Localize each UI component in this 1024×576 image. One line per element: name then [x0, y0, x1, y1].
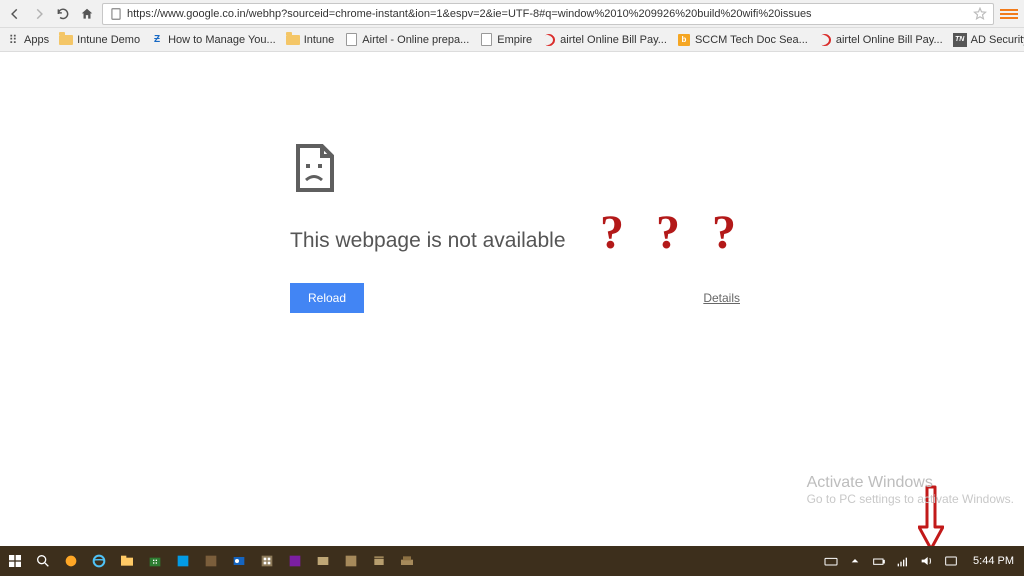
taskbar-app[interactable]: [368, 550, 390, 572]
swoosh-icon: [818, 33, 832, 47]
bookmark-label: Empire: [497, 34, 532, 46]
reload-button[interactable]: Reload: [290, 283, 364, 313]
folder-icon: [286, 33, 300, 47]
bookmark-apps[interactable]: ⠿ Apps: [6, 33, 49, 47]
taskbar-clock[interactable]: 5:44 PM: [967, 555, 1020, 567]
taskbar-app-onenote[interactable]: [284, 550, 306, 572]
annotation-questions: ? ? ?: [600, 205, 746, 260]
reload-nav-button[interactable]: [54, 5, 72, 23]
folder-icon: [59, 33, 73, 47]
taskbar-app-store[interactable]: [144, 550, 166, 572]
tray-volume-icon[interactable]: [919, 550, 935, 572]
bookmark-item[interactable]: Airtel - Online prepa...: [344, 33, 469, 47]
page-icon: [344, 33, 358, 47]
watermark-title: Activate Windows: [807, 474, 1014, 492]
bookmarks-bar: ⠿ Apps Intune Demo Ƶ How to Manage You..…: [0, 28, 1024, 52]
taskbar-app[interactable]: [256, 550, 278, 572]
bookmark-label: How to Manage You...: [168, 34, 276, 46]
taskbar-app[interactable]: [60, 550, 82, 572]
start-button[interactable]: [4, 550, 26, 572]
bookmark-item[interactable]: TN AD Security Group D...: [953, 33, 1024, 47]
swoosh-icon: [542, 33, 556, 47]
home-button[interactable]: [78, 5, 96, 23]
forward-button[interactable]: [30, 5, 48, 23]
taskbar-app-ie[interactable]: [88, 550, 110, 572]
bookmark-star-icon[interactable]: [973, 7, 987, 21]
back-button[interactable]: [6, 5, 24, 23]
search-button[interactable]: [32, 550, 54, 572]
bookmark-label: Intune: [304, 34, 335, 46]
bookmark-item[interactable]: Intune: [286, 33, 335, 47]
sad-file-icon: [290, 140, 1024, 201]
taskbar: 5:44 PM: [0, 546, 1024, 576]
bookmark-label: Airtel - Online prepa...: [362, 34, 469, 46]
tn-icon: TN: [953, 33, 967, 47]
bookmark-label: airtel Online Bill Pay...: [560, 34, 667, 46]
watermark-sub: Go to PC settings to activate Windows.: [807, 492, 1014, 506]
browser-nav-bar: https://www.google.co.in/webhp?sourceid=…: [0, 0, 1024, 28]
taskbar-app[interactable]: [340, 550, 362, 572]
zap-icon: Ƶ: [150, 33, 164, 47]
bookmark-label: Intune Demo: [77, 34, 140, 46]
bookmark-label: AD Security Group D...: [971, 34, 1024, 46]
bing-icon: b: [677, 33, 691, 47]
bookmark-label: Apps: [24, 34, 49, 46]
chrome-menu-button[interactable]: [1000, 5, 1018, 23]
taskbar-app-explorer[interactable]: [116, 550, 138, 572]
bookmark-item[interactable]: b SCCM Tech Doc Sea...: [677, 33, 808, 47]
tray-network-icon[interactable]: [895, 550, 911, 572]
bookmark-item[interactable]: Ƶ How to Manage You...: [150, 33, 276, 47]
bookmark-label: airtel Online Bill Pay...: [836, 34, 943, 46]
details-link[interactable]: Details: [703, 291, 740, 305]
bookmark-item[interactable]: Intune Demo: [59, 33, 140, 47]
bookmark-label: SCCM Tech Doc Sea...: [695, 34, 808, 46]
taskbar-app[interactable]: [396, 550, 418, 572]
url-text: https://www.google.co.in/webhp?sourceid=…: [127, 8, 973, 20]
tray-notifications-icon[interactable]: [943, 550, 959, 572]
page-icon: [109, 7, 123, 21]
taskbar-app[interactable]: [200, 550, 222, 572]
tray-up-icon[interactable]: [847, 550, 863, 572]
taskbar-app[interactable]: [172, 550, 194, 572]
apps-icon: ⠿: [6, 33, 20, 47]
tray-battery-icon[interactable]: [871, 550, 887, 572]
taskbar-app-outlook[interactable]: [228, 550, 250, 572]
bookmark-item[interactable]: airtel Online Bill Pay...: [542, 33, 667, 47]
tray-keyboard-icon[interactable]: [823, 550, 839, 572]
taskbar-app[interactable]: [312, 550, 334, 572]
page-icon: [479, 33, 493, 47]
bookmark-item[interactable]: Empire: [479, 33, 532, 47]
bookmark-item[interactable]: airtel Online Bill Pay...: [818, 33, 943, 47]
windows-watermark: Activate Windows Go to PC settings to ac…: [807, 474, 1014, 506]
url-bar[interactable]: https://www.google.co.in/webhp?sourceid=…: [102, 3, 994, 25]
